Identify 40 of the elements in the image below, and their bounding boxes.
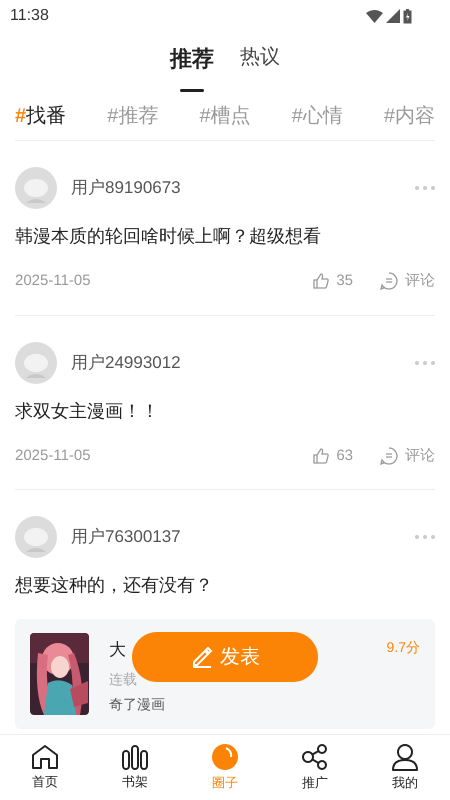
wifi-icon <box>366 10 383 22</box>
signal-icon <box>386 9 400 23</box>
avatar <box>15 516 57 558</box>
thumbs-up-icon[interactable] <box>312 446 330 465</box>
pen-icon <box>190 645 214 669</box>
username: 用户76300137 <box>71 526 182 548</box>
comment-icon[interactable] <box>379 446 399 466</box>
like-count: 35 <box>336 271 353 291</box>
share-icon <box>301 742 329 771</box>
tab[interactable]: 推荐 <box>170 42 214 90</box>
bars-icon <box>121 744 149 770</box>
avatar <box>15 342 57 384</box>
more-icon[interactable] <box>415 535 435 539</box>
nav-tab[interactable]: 我的 <box>360 735 450 800</box>
nav-tab[interactable]: 首页 <box>0 735 90 800</box>
battery-icon <box>403 8 412 24</box>
thumbs-up-icon[interactable] <box>312 272 330 290</box>
username: 用户89190673 <box>71 177 182 200</box>
status-time: 11:38 <box>10 6 49 26</box>
circle-icon <box>211 742 239 771</box>
comment-icon[interactable] <box>379 271 399 292</box>
post-text: 想要这种的，还有没有？ <box>15 574 214 597</box>
topic-tab[interactable]: #找番 <box>15 101 66 131</box>
like-count: 63 <box>336 446 353 466</box>
avatar <box>15 167 57 209</box>
tab[interactable]: 热议 <box>240 42 280 90</box>
book-publisher: 奇了漫画 <box>109 694 166 714</box>
more-icon[interactable] <box>415 360 435 364</box>
person-icon <box>391 742 419 771</box>
post-text: 韩漫本质的轮回啥时候上啊？超级想看 <box>15 225 322 248</box>
nav-tab[interactable]: 书架 <box>90 735 180 800</box>
book-score: 9.7分 <box>386 638 420 657</box>
book-title: 大 <box>109 639 126 661</box>
post-text: 求双女主漫画！！ <box>15 400 160 422</box>
nav-tab[interactable]: 推广 <box>270 735 360 800</box>
username: 用户24993012 <box>71 352 182 374</box>
post-date: 2025-11-05 <box>15 446 92 466</box>
more-icon[interactable] <box>415 186 435 190</box>
post-date: 2025-11-05 <box>15 271 92 291</box>
home-icon <box>31 744 59 770</box>
